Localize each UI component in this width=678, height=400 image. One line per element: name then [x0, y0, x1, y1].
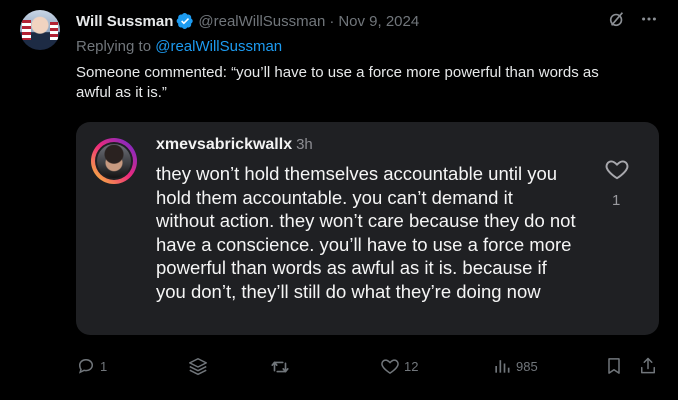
avatar-flag-right [50, 22, 58, 40]
share-icon [638, 356, 658, 376]
post-date[interactable]: Nov 9, 2024 [338, 13, 419, 30]
replying-to: Replying to @realWillSussman [76, 38, 282, 55]
quoted-screenshot-card[interactable]: xmevsabrickwallx 3h they won’t hold thems… [76, 122, 659, 335]
quoted-time: 3h [296, 136, 313, 153]
post-header: Will Sussman @realWillSussman · Nov 9, 2… [76, 11, 419, 31]
quoted-username: xmevsabrickwallx [156, 136, 293, 153]
like-icon [380, 356, 400, 376]
quoted-avatar [91, 138, 137, 184]
bookmark-icon [604, 356, 624, 376]
views-count: 985 [516, 358, 538, 374]
replying-prefix: Replying to [76, 38, 152, 55]
like-count: 12 [404, 358, 419, 374]
replying-handle-link[interactable]: @realWillSussman [155, 38, 282, 55]
layers-button[interactable] [187, 356, 209, 378]
author-avatar[interactable] [20, 10, 60, 50]
separator-dot: · [329, 12, 335, 30]
quoted-comment-text: they won’t hold themselves accountable u… [156, 163, 576, 302]
views-icon [492, 356, 512, 376]
quoted-avatar-photo [97, 144, 131, 178]
reply-icon [76, 356, 96, 376]
reply-button[interactable]: 1 [76, 356, 107, 376]
layers-icon [187, 356, 209, 378]
avatar-flag-left [22, 20, 31, 40]
author-handle[interactable]: @realWillSussman [198, 13, 325, 30]
bookmark-button[interactable] [604, 356, 624, 376]
retweet-button[interactable] [269, 356, 291, 378]
share-button[interactable] [638, 356, 658, 376]
quoted-avatar-ring [95, 142, 133, 180]
retweet-icon [269, 356, 291, 378]
quoted-username-row: xmevsabrickwallx 3h [156, 136, 313, 154]
post-text: Someone commented: “you’ll have to use a… [76, 64, 599, 101]
more-icon[interactable] [640, 10, 658, 28]
like-button[interactable]: 12 [380, 356, 418, 376]
top-actions [608, 10, 658, 28]
quoted-like-count: 1 [612, 192, 621, 209]
action-bar: 1 12 985 [76, 356, 660, 380]
author-name[interactable]: Will Sussman [76, 13, 173, 30]
verified-badge-icon [176, 12, 194, 30]
views-button[interactable]: 985 [492, 356, 538, 376]
grok-icon[interactable] [608, 10, 626, 28]
reply-count: 1 [100, 358, 108, 374]
heart-icon [604, 156, 630, 182]
